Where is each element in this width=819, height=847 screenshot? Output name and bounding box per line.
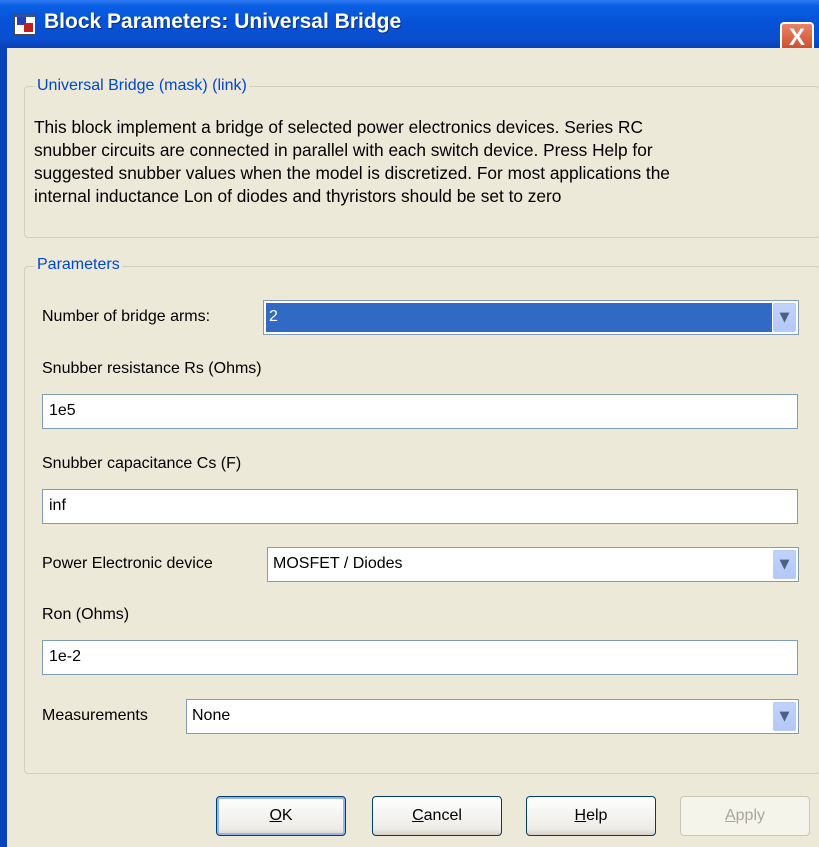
snubber-capacitance-label: Snubber capacitance Cs (F) — [42, 455, 242, 472]
chevron-down-icon[interactable]: ▼ — [773, 550, 796, 579]
measurements-dropdown[interactable]: None ▼ — [186, 699, 799, 734]
cancel-label-rest: ancel — [423, 807, 462, 824]
snubber-resistance-label: Snubber resistance Rs (Ohms) — [42, 360, 262, 377]
description-group-label: Universal Bridge (mask) (link) — [35, 77, 249, 95]
simulink-block-icon — [14, 13, 36, 35]
cancel-button[interactable]: Cancel — [372, 796, 502, 836]
help-mnemonic: H — [574, 807, 587, 824]
measurements-label: Measurements — [42, 707, 148, 724]
bridge-arms-value: 2 — [266, 303, 772, 332]
title-bar[interactable]: Block Parameters: Universal Bridge — [0, 0, 819, 48]
help-button[interactable]: Help — [526, 796, 656, 836]
snubber-resistance-input[interactable]: 1e5 — [42, 394, 798, 429]
ok-label-rest: K — [281, 807, 293, 824]
apply-mnemonic: A — [724, 807, 736, 824]
ron-input[interactable]: 1e-2 — [42, 640, 798, 675]
description-line: internal inductance Lon of diodes and th… — [34, 186, 562, 206]
window-frame-left — [0, 48, 7, 847]
device-label: Power Electronic device — [42, 555, 213, 572]
ok-mnemonic: O — [269, 807, 282, 824]
apply-button[interactable]: Apply — [680, 796, 810, 836]
description-line: suggested snubber values when the model … — [34, 163, 670, 183]
snubber-capacitance-input[interactable]: inf — [42, 489, 798, 524]
description-text: This block implement a bridge of selecte… — [34, 116, 804, 208]
chevron-down-icon[interactable]: ▼ — [773, 702, 796, 731]
help-label-rest: elp — [586, 807, 608, 824]
close-icon: X — [788, 24, 805, 51]
device-dropdown[interactable]: MOSFET / Diodes ▼ — [267, 547, 799, 582]
description-line: This block implement a bridge of selecte… — [34, 117, 643, 137]
window-title: Block Parameters: Universal Bridge — [44, 10, 402, 33]
apply-label-rest: pply — [735, 807, 766, 824]
measurements-value: None — [192, 707, 231, 724]
parameters-group-label: Parameters — [35, 256, 122, 274]
cancel-mnemonic: C — [412, 807, 424, 824]
chevron-down-icon[interactable]: ▼ — [773, 303, 796, 332]
bridge-arms-label: Number of bridge arms: — [42, 308, 211, 325]
description-line: snubber circuits are connected in parall… — [34, 140, 653, 160]
ok-button[interactable]: OK — [216, 796, 346, 836]
bridge-arms-dropdown[interactable]: 2 ▼ — [263, 300, 799, 335]
ron-label: Ron (Ohms) — [42, 606, 130, 623]
device-value: MOSFET / Diodes — [273, 555, 403, 572]
